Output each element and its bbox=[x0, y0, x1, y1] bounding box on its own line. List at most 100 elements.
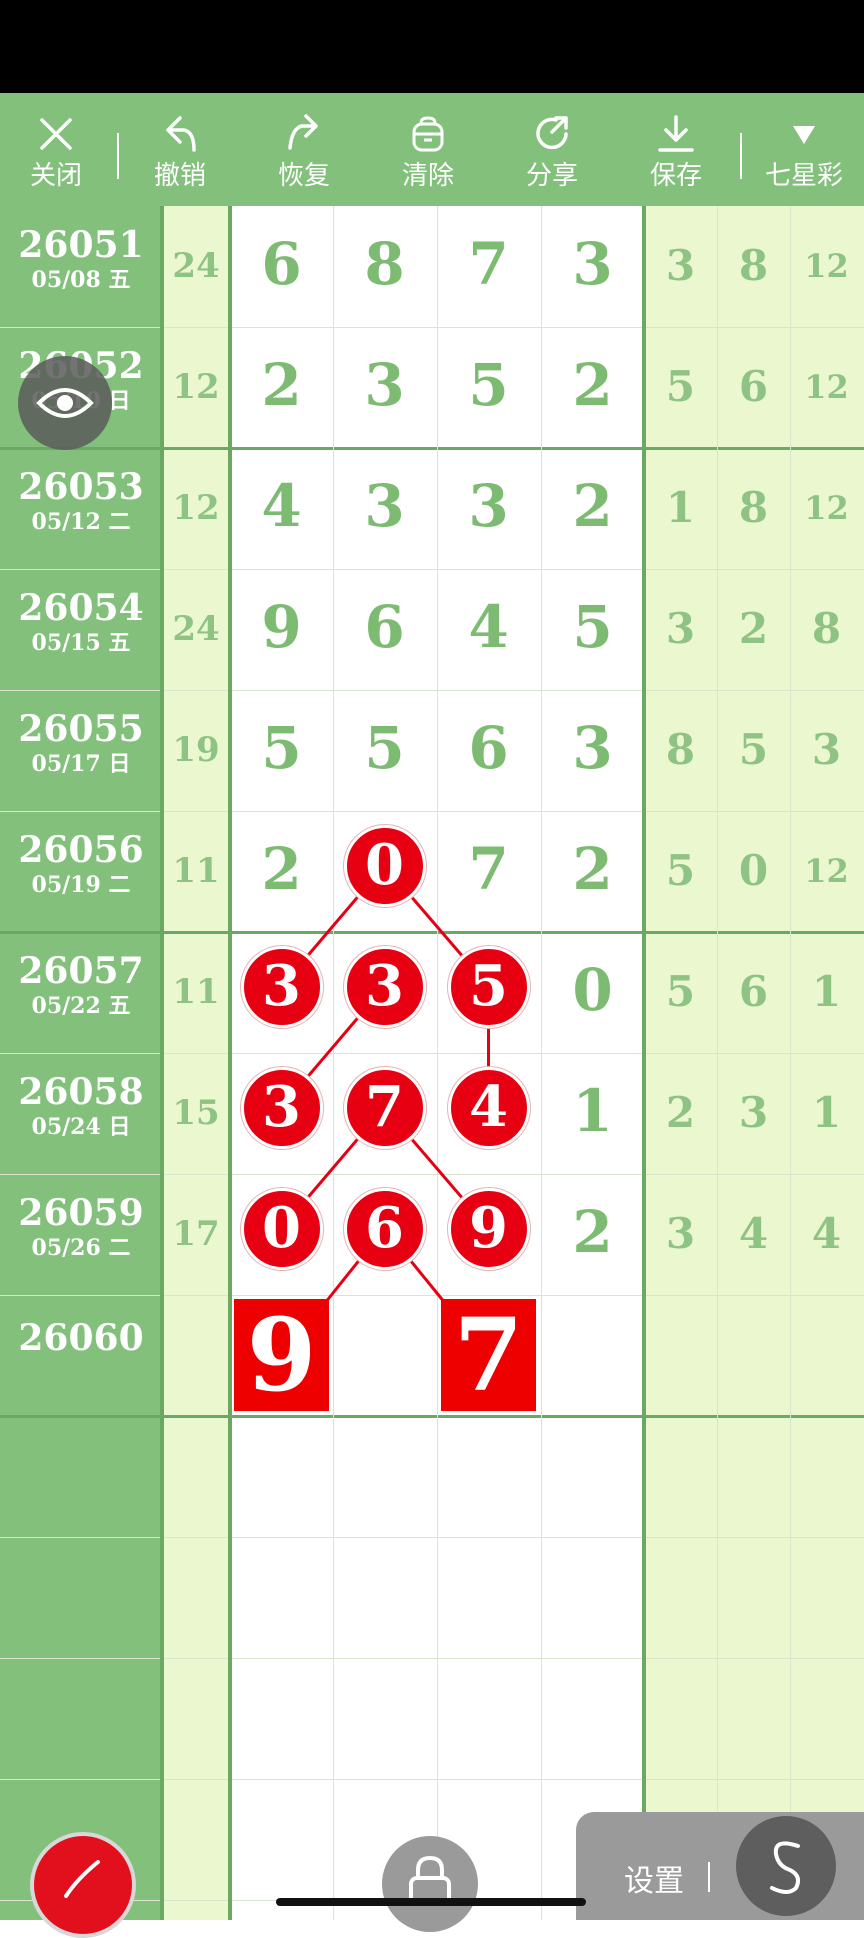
digit-cell: 3 bbox=[364, 351, 405, 419]
digit-cell: 2 bbox=[572, 835, 613, 903]
row-divider bbox=[0, 1658, 864, 1659]
highlighted-digit[interactable]: 6 bbox=[343, 1187, 426, 1270]
settings-panel: 设置 bbox=[576, 1812, 864, 1920]
highlighted-digit[interactable]: 0 bbox=[240, 1187, 323, 1270]
digit-cell: 3 bbox=[468, 472, 509, 540]
lottery-type-dropdown[interactable]: 七星彩 bbox=[754, 93, 854, 206]
sum-value: 24 bbox=[172, 609, 220, 649]
extra-value: 4 bbox=[738, 1209, 769, 1258]
extra-value: 8 bbox=[738, 241, 769, 290]
issue-number: 26054 bbox=[18, 587, 144, 629]
redo-label: 恢复 bbox=[277, 161, 330, 191]
digit-cell: 5 bbox=[468, 351, 509, 419]
settings-divider bbox=[708, 1862, 710, 1892]
highlighted-digit[interactable]: 3 bbox=[240, 1066, 323, 1149]
undo-button[interactable]: 撤销 bbox=[138, 93, 222, 206]
column-divider bbox=[541, 206, 542, 1920]
issue-cell: 26057 05/22 五 bbox=[0, 932, 162, 1052]
digit-cell: 9 bbox=[261, 593, 302, 661]
digit-cell: 1 bbox=[572, 1077, 613, 1145]
lock-button[interactable] bbox=[382, 1836, 478, 1932]
issue-date: 05/24 日 bbox=[31, 1114, 131, 1140]
extra-value: 1 bbox=[811, 1088, 842, 1137]
row-divider bbox=[0, 1415, 864, 1418]
issue-cell: 26056 05/19 二 bbox=[0, 811, 162, 931]
toolbar-divider bbox=[117, 133, 119, 179]
digit-cell: 2 bbox=[572, 472, 613, 540]
extra-columns bbox=[644, 206, 864, 1920]
lottery-type-label: 七星彩 bbox=[764, 161, 843, 191]
extra-value: 8 bbox=[811, 604, 842, 653]
digit-cell: 2 bbox=[572, 351, 613, 419]
digit-cell: 8 bbox=[364, 230, 405, 298]
extra-value: 8 bbox=[738, 483, 769, 532]
digit-cell: 7 bbox=[468, 835, 509, 903]
extra-value: 6 bbox=[738, 967, 769, 1016]
redo-icon bbox=[284, 111, 324, 157]
issue-number: 26058 bbox=[18, 1071, 144, 1113]
pen-icon bbox=[58, 1854, 108, 1908]
close-icon bbox=[37, 111, 75, 157]
digit-cell: 2 bbox=[261, 835, 302, 903]
settings-label[interactable]: 设置 bbox=[624, 1856, 684, 1900]
extra-value: 3 bbox=[665, 1209, 696, 1258]
extra-value: 12 bbox=[804, 247, 849, 285]
row-divider bbox=[0, 1537, 864, 1538]
extra-value: 2 bbox=[665, 1088, 696, 1137]
download-icon bbox=[656, 111, 696, 157]
digit-cell: 7 bbox=[468, 230, 509, 298]
share-button[interactable]: 分享 bbox=[510, 93, 594, 206]
share-label: 分享 bbox=[525, 161, 578, 191]
issue-date: 05/22 五 bbox=[31, 993, 131, 1019]
issue-cell: 26058 05/24 日 bbox=[0, 1053, 162, 1173]
highlighted-digit[interactable]: 0 bbox=[343, 824, 426, 907]
issue-cell: 26053 05/12 二 bbox=[0, 448, 162, 568]
issue-number: 26057 bbox=[18, 950, 144, 992]
highlighted-digit[interactable]: 9 bbox=[447, 1187, 530, 1270]
digit-cell: 5 bbox=[572, 593, 613, 661]
trend-chart-grid[interactable]: 2605105/08 五24687338122605205/10 日122352… bbox=[0, 206, 864, 1920]
extra-value: 5 bbox=[665, 362, 696, 411]
extra-value: 3 bbox=[665, 604, 696, 653]
issue-number: 26060 bbox=[18, 1317, 144, 1359]
close-label: 关闭 bbox=[29, 161, 82, 191]
extra-value: 12 bbox=[804, 852, 849, 890]
clear-button[interactable]: 清除 bbox=[386, 93, 470, 206]
highlighted-digit[interactable]: 3 bbox=[343, 945, 426, 1028]
extra-value: 3 bbox=[811, 725, 842, 774]
predicted-digit[interactable]: 9 bbox=[234, 1299, 329, 1411]
sum-value: 12 bbox=[172, 367, 220, 407]
highlighted-digit[interactable]: 3 bbox=[240, 945, 323, 1028]
digit-cell: 2 bbox=[572, 1198, 613, 1266]
issue-number: 26051 bbox=[18, 224, 144, 266]
digit-cell: 5 bbox=[261, 714, 302, 782]
issue-date: 05/12 二 bbox=[31, 509, 131, 535]
eye-button[interactable] bbox=[18, 356, 112, 450]
issue-number: 26055 bbox=[18, 708, 144, 750]
extra-value: 1 bbox=[665, 483, 696, 532]
predicted-digit[interactable]: 7 bbox=[441, 1299, 536, 1411]
redo-button[interactable]: 恢复 bbox=[262, 93, 346, 206]
sum-value: 19 bbox=[172, 730, 220, 770]
highlighted-digit[interactable]: 4 bbox=[447, 1066, 530, 1149]
pen-button[interactable] bbox=[30, 1832, 136, 1938]
toolbar-divider bbox=[740, 133, 742, 179]
extra-value: 0 bbox=[738, 846, 769, 895]
sum-value: 11 bbox=[172, 851, 220, 891]
s-button[interactable] bbox=[736, 1816, 836, 1916]
share-icon bbox=[532, 111, 572, 157]
highlighted-digit[interactable]: 7 bbox=[343, 1066, 426, 1149]
digit-cell: 6 bbox=[261, 230, 302, 298]
extra-value: 5 bbox=[665, 967, 696, 1016]
save-button[interactable]: 保存 bbox=[634, 93, 718, 206]
digit-cell: 2 bbox=[261, 351, 302, 419]
sum-value: 15 bbox=[172, 1093, 220, 1133]
issue-cell: 26055 05/17 日 bbox=[0, 690, 162, 810]
highlighted-digit[interactable]: 5 bbox=[447, 945, 530, 1028]
extra-value: 3 bbox=[738, 1088, 769, 1137]
extra-value: 5 bbox=[738, 725, 769, 774]
close-button[interactable]: 关闭 bbox=[14, 93, 98, 206]
extra-value: 3 bbox=[665, 241, 696, 290]
sum-value: 12 bbox=[172, 488, 220, 528]
issue-cell: 26060 bbox=[0, 1295, 162, 1415]
